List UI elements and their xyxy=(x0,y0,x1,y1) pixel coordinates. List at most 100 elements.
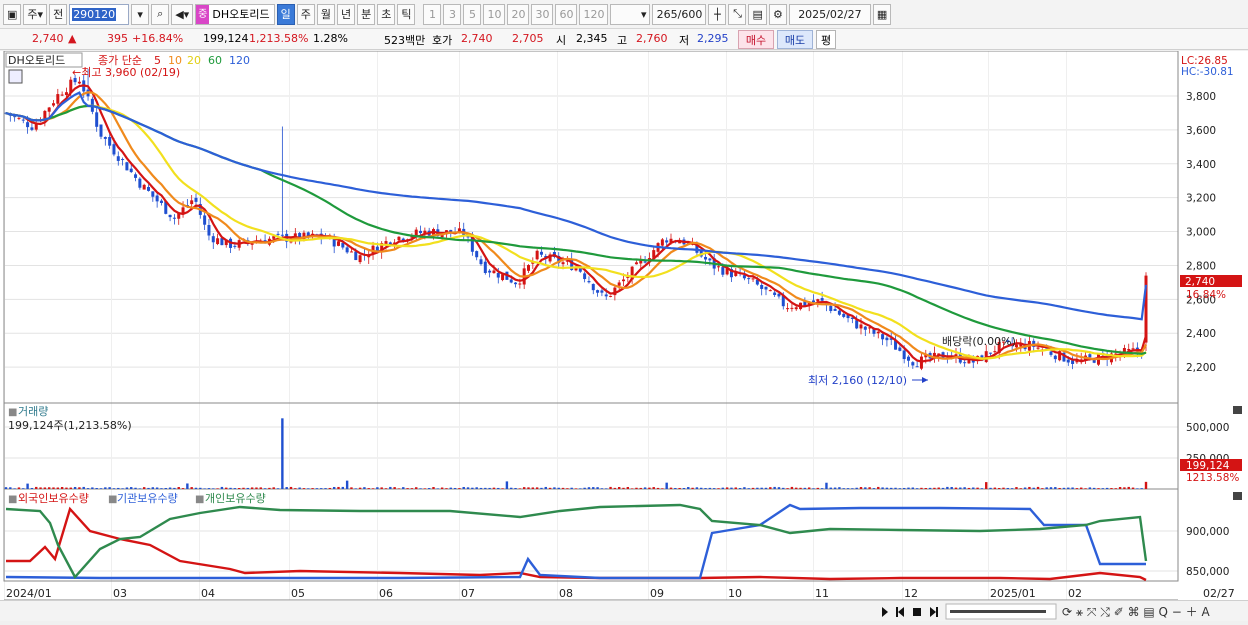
candle-body xyxy=(721,267,725,275)
volume-bar xyxy=(419,488,422,489)
interval-1[interactable]: 1 xyxy=(423,3,442,25)
volume-bar xyxy=(535,487,539,489)
tab-tick[interactable]: 틱 xyxy=(397,3,416,25)
volume-bar xyxy=(937,487,940,489)
date-value: 2025/02/27 xyxy=(798,7,862,21)
prev-label: 전 xyxy=(53,8,64,21)
interval-120[interactable]: 120 xyxy=(579,3,609,25)
sell-button[interactable]: 매도 xyxy=(777,30,813,49)
draw-icon[interactable]: ⤡ xyxy=(728,3,747,25)
evaluation-button[interactable]: 평 xyxy=(816,30,836,49)
volume-bar xyxy=(1105,487,1109,489)
volume-bar xyxy=(354,488,357,489)
volume-bar xyxy=(432,487,435,489)
candle-body xyxy=(60,94,64,96)
volume-bar xyxy=(691,487,694,489)
volume-bar xyxy=(22,488,25,489)
y-tick-label: 3,000 xyxy=(1186,227,1216,239)
up-arrow-icon: ▲ xyxy=(68,32,77,45)
volume-bar xyxy=(415,487,418,489)
x-tick-label: 2025/01 xyxy=(990,587,1036,600)
y-axis-ticks: 3,8003,6003,4003,2003,0002,8002,6002,400… xyxy=(1186,91,1229,578)
candle-body xyxy=(26,122,30,128)
volume-bar xyxy=(82,486,85,489)
volume-bar xyxy=(864,487,867,489)
interval-30[interactable]: 30 xyxy=(531,3,554,25)
y-tick-label: 3,600 xyxy=(1186,125,1216,137)
stop-icon[interactable] xyxy=(913,608,921,616)
volume-bar xyxy=(229,487,232,489)
candle-body xyxy=(337,241,340,246)
volume-bar xyxy=(911,487,915,489)
date-input[interactable]: 2025/02/27 xyxy=(788,3,871,25)
chart-svg[interactable]: 3,8003,6003,4003,2003,0002,8002,6002,400… xyxy=(0,50,1248,603)
candle-body xyxy=(155,195,159,202)
tab-month[interactable]: 월 xyxy=(316,3,335,25)
drawing-tools-icons[interactable]: ⟳ ⚹ ⤧ ⤭ ✐ ⌘ ▤ Q − ＋ A xyxy=(1062,605,1210,619)
volume-panel-close-icon[interactable] xyxy=(1233,406,1242,414)
candle-icon[interactable]: ┼ xyxy=(708,3,727,25)
volume-bar xyxy=(859,487,863,489)
volume-bar xyxy=(117,487,120,489)
volume-bar xyxy=(1080,487,1083,489)
volume-bar xyxy=(816,487,820,489)
stock-name-box[interactable]: 중 DH오토리드 xyxy=(195,3,275,25)
interval-5[interactable]: 5 xyxy=(463,3,482,25)
code-dropdown-icon[interactable]: ▾ xyxy=(131,3,150,25)
period-select[interactable]: 주 ▾ xyxy=(23,3,48,25)
first-page-icon[interactable] xyxy=(896,607,904,617)
volume-bar xyxy=(976,487,979,489)
search-icon[interactable]: ⌕ xyxy=(151,3,170,25)
save-icon[interactable]: ▤ xyxy=(748,3,767,25)
volume-bar xyxy=(782,487,785,489)
tab-year[interactable]: 년 xyxy=(336,3,356,25)
scroll-right-icon[interactable] xyxy=(882,607,888,617)
low-price: 2,295 xyxy=(697,32,729,45)
candle-body xyxy=(151,191,155,197)
scroll-thumb[interactable] xyxy=(950,610,1046,613)
volume-bar xyxy=(704,488,707,489)
last-page-icon[interactable] xyxy=(930,607,938,617)
holdings-panel-close-icon[interactable] xyxy=(1233,492,1242,500)
volume-bar xyxy=(505,481,509,489)
interval-20[interactable]: 20 xyxy=(507,3,530,25)
volume-bar xyxy=(738,488,742,489)
turnover-percent: 1.28% xyxy=(313,32,348,45)
settings-gear-icon[interactable]: ⚙ xyxy=(768,3,787,25)
tab-second[interactable]: 초 xyxy=(377,3,396,25)
stock-code-input[interactable]: 290120 xyxy=(69,3,130,25)
grid-toggle-icon[interactable] xyxy=(8,69,23,84)
interval-custom-input[interactable]: ▾ xyxy=(610,3,651,25)
interval-3[interactable]: 3 xyxy=(443,3,462,25)
speaker-icon[interactable]: ◀▾ xyxy=(171,3,194,25)
volume-bar xyxy=(436,488,440,489)
calendar-icon[interactable]: ▦ xyxy=(872,3,892,25)
volume-bar xyxy=(540,487,543,489)
volume-bar xyxy=(1118,487,1122,489)
volume-bar xyxy=(522,487,526,489)
volume-bar xyxy=(531,487,535,489)
tab-minute[interactable]: 분 xyxy=(357,3,376,25)
tab-week[interactable]: 주 xyxy=(296,3,315,25)
candle-body xyxy=(159,200,163,204)
candle-body xyxy=(397,236,401,241)
volume-bar xyxy=(764,487,768,489)
volume-bar xyxy=(630,488,634,489)
chart-area[interactable]: 3,800 3,600 3,400 3,200 3,000 2,800 2,600 2,400… xyxy=(0,50,1248,603)
volume-bar xyxy=(928,487,932,489)
interval-10[interactable]: 10 xyxy=(483,3,506,25)
chart-icon[interactable]: ▣ xyxy=(3,3,22,25)
holdings-marker-icon: ■ xyxy=(8,494,17,505)
candle-body xyxy=(794,307,798,310)
count-box[interactable]: 265/600 xyxy=(652,3,707,25)
tab-day[interactable]: 일 xyxy=(276,3,295,25)
candle-body xyxy=(207,224,211,236)
buy-button[interactable]: 매수 xyxy=(738,30,774,49)
volume-bar xyxy=(220,486,224,489)
prev-button[interactable]: 전 xyxy=(49,3,68,25)
interval-60[interactable]: 60 xyxy=(555,3,578,25)
volume-bar xyxy=(687,487,690,489)
volume-bar xyxy=(1097,488,1100,489)
candle-body xyxy=(280,234,284,236)
volume-bar xyxy=(160,488,163,489)
